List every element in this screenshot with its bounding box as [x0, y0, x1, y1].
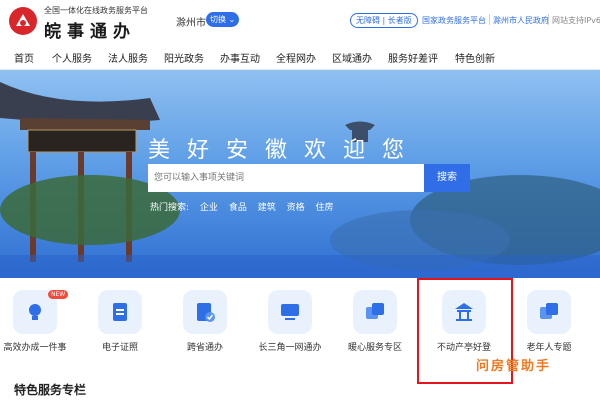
- watermark: 问房管助手: [476, 359, 552, 374]
- service-label: 暖心服务专区: [347, 343, 402, 353]
- national-platform-link[interactable]: 国家政务服务平台: [422, 15, 486, 26]
- hot-search-label: 热门搜索:: [150, 203, 190, 213]
- service-label: 高效办成一件事: [3, 343, 67, 353]
- service-label: 长三角一网通办: [258, 343, 322, 353]
- hot-term[interactable]: 企业: [200, 203, 218, 213]
- nav-region[interactable]: 区域通办: [332, 50, 372, 65]
- chuzhou-gov-link[interactable]: 滁州市人民政府: [493, 15, 549, 26]
- hot-term[interactable]: 食品: [229, 203, 247, 213]
- wan-logo-icon[interactable]: [8, 6, 38, 36]
- nav-corporate[interactable]: 法人服务: [108, 50, 148, 65]
- hot-search: 热门搜索: 企业 食品 建筑 资格 住房: [150, 200, 342, 213]
- nav-home[interactable]: 首页: [14, 50, 34, 65]
- switch-city-button[interactable]: 切换 ⌄: [206, 12, 240, 27]
- nav-open-gov[interactable]: 阳光政务: [164, 50, 204, 65]
- hero-banner: 美好安徽欢迎您 搜索 热门搜索: 企业 食品 建筑 资格 住房: [0, 70, 600, 278]
- search-input[interactable]: [148, 164, 424, 192]
- banner-title: 美好安徽欢迎您: [148, 138, 422, 163]
- nav-rating[interactable]: 服务好差评: [388, 50, 438, 65]
- switch-label: 切换: [210, 15, 226, 24]
- site-header: 全国一体化在线政务服务平台 皖事通办 滁州市 切换 ⌄ 无障碍 | 长者版 国家…: [0, 0, 600, 42]
- search-button[interactable]: 搜索: [424, 164, 470, 192]
- ipv6-note: 网站支持IPv6: [552, 16, 600, 25]
- form-check-icon: [183, 290, 227, 334]
- hot-term[interactable]: 建筑: [258, 203, 276, 213]
- section-title: 特色服务专栏: [14, 383, 87, 397]
- new-badge: NEW: [48, 290, 69, 299]
- accessibility-toggle[interactable]: 无障碍 | 长者版: [350, 13, 418, 28]
- tiles-icon: [527, 290, 571, 334]
- document-icon: [98, 290, 142, 334]
- current-city: 滁州市: [176, 18, 206, 29]
- nav-innovation[interactable]: 特色创新: [455, 50, 495, 65]
- service-label: 电子证照: [101, 343, 138, 353]
- nav-online[interactable]: 全程网办: [276, 50, 316, 65]
- divider: [548, 14, 549, 25]
- hot-term[interactable]: 资格: [287, 203, 305, 213]
- brand-name[interactable]: 皖事通办: [44, 17, 136, 42]
- hot-term[interactable]: 住房: [315, 203, 333, 213]
- chevron-down-icon: ⌄: [228, 15, 236, 24]
- nav-interaction[interactable]: 办事互动: [220, 50, 260, 65]
- main-nav: 首页 个人服务 法人服务 阳光政务 办事互动 全程网办 区域通办 服务好差评 特…: [0, 42, 600, 70]
- tiles-icon: [353, 290, 397, 334]
- service-label: 跨省通办: [186, 343, 223, 353]
- nav-personal[interactable]: 个人服务: [52, 50, 92, 65]
- page: 全国一体化在线政务服务平台 皖事通办 滁州市 切换 ⌄ 无障碍 | 长者版 国家…: [0, 0, 600, 400]
- divider: [489, 14, 490, 25]
- service-label: 老年人专题: [526, 343, 572, 353]
- monitor-icon: [268, 290, 312, 334]
- platform-slogan: 全国一体化在线政务服务平台: [44, 6, 148, 15]
